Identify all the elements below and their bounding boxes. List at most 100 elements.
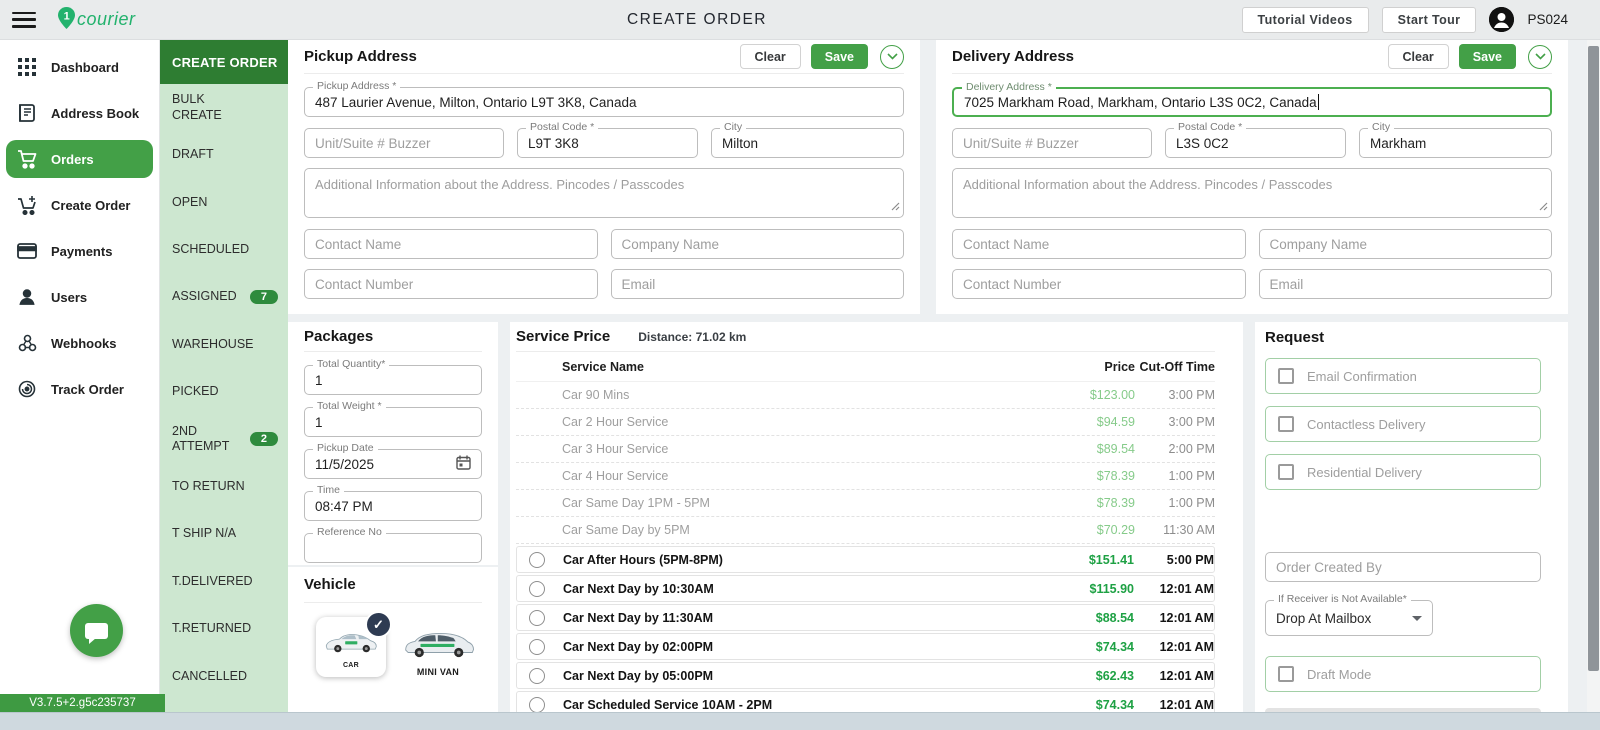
pickup-city-input[interactable] bbox=[722, 136, 893, 151]
pickup-postal-input[interactable] bbox=[528, 136, 687, 151]
total-weight-input[interactable] bbox=[315, 415, 471, 430]
delivery-city-field[interactable]: City bbox=[1359, 128, 1552, 158]
radio-icon[interactable] bbox=[529, 697, 545, 713]
radio-icon[interactable] bbox=[529, 552, 545, 568]
tutorial-videos-button[interactable]: Tutorial Videos bbox=[1242, 7, 1369, 33]
pickup-company-name-input[interactable] bbox=[622, 237, 894, 252]
start-tour-button[interactable]: Start Tour bbox=[1382, 7, 1477, 33]
pickup-date-input[interactable] bbox=[315, 457, 456, 472]
scrollbar-thumb[interactable] bbox=[1588, 46, 1599, 671]
chat-bubble-button[interactable] bbox=[70, 604, 123, 657]
delivery-city-input[interactable] bbox=[1370, 136, 1541, 151]
pickup-unit-input[interactable] bbox=[315, 136, 493, 151]
vehicle-option-mini-van[interactable]: MINI VAN bbox=[400, 617, 476, 685]
service-row[interactable]: Car Next Day by 05:00PM$62.4312:01 AM bbox=[516, 662, 1215, 689]
total-quantity-input[interactable] bbox=[315, 373, 471, 388]
hamburger-menu-icon[interactable] bbox=[12, 12, 36, 28]
user-avatar[interactable] bbox=[1489, 7, 1514, 32]
total-quantity-field[interactable]: Total Quantity* bbox=[304, 365, 482, 395]
subsidebar-header[interactable]: CREATE ORDER bbox=[160, 40, 288, 84]
pickup-contact-number-field[interactable] bbox=[304, 269, 598, 299]
service-row[interactable]: Car After Hours (5PM-8PM)$151.415:00 PM bbox=[516, 546, 1215, 573]
vehicle-option-car[interactable]: ✓ CAR bbox=[316, 617, 386, 677]
sidebar-item-users[interactable]: Users bbox=[6, 278, 153, 316]
pickup-collapse-chevron-icon[interactable] bbox=[880, 45, 904, 69]
delivery-collapse-chevron-icon[interactable] bbox=[1528, 45, 1552, 69]
delivery-contact-number-field[interactable] bbox=[952, 269, 1246, 299]
time-field[interactable]: Time bbox=[304, 491, 482, 521]
checkbox-icon[interactable] bbox=[1278, 464, 1294, 480]
sidebar-item-orders[interactable]: Orders bbox=[6, 140, 153, 178]
delivery-postal-field[interactable]: Postal Code * bbox=[1165, 128, 1346, 158]
substatus-assigned[interactable]: ASSIGNED7 bbox=[160, 274, 288, 321]
receiver-not-available-dropdown[interactable]: If Receiver is Not Available* Drop At Ma… bbox=[1265, 600, 1433, 636]
pickup-unit-field[interactable] bbox=[304, 128, 504, 158]
delivery-postal-input[interactable] bbox=[1176, 136, 1335, 151]
resize-handle-icon[interactable] bbox=[1539, 199, 1548, 214]
service-row[interactable]: Car Next Day by 10:30AM$115.9012:01 AM bbox=[516, 575, 1215, 602]
vertical-scrollbar[interactable] bbox=[1587, 40, 1600, 712]
contactless-delivery-checkbox-row[interactable]: Contactless Delivery bbox=[1265, 406, 1541, 442]
sidebar-item-webhooks[interactable]: Webhooks bbox=[6, 324, 153, 362]
substatus-scheduled[interactable]: SCHEDULED bbox=[160, 226, 288, 273]
radio-icon[interactable] bbox=[529, 639, 545, 655]
pickup-postal-field[interactable]: Postal Code * bbox=[517, 128, 698, 158]
delivery-company-name-input[interactable] bbox=[1270, 237, 1542, 252]
radio-icon[interactable] bbox=[529, 668, 545, 684]
substatus-t-ship-na[interactable]: T SHIP N/A bbox=[160, 511, 288, 558]
pickup-date-field[interactable]: Pickup Date bbox=[304, 449, 482, 479]
sidebar-item-address-book[interactable]: Address Book bbox=[6, 94, 153, 132]
substatus-warehouse[interactable]: WAREHOUSE bbox=[160, 321, 288, 368]
residential-delivery-checkbox-row[interactable]: Residential Delivery bbox=[1265, 454, 1541, 490]
sidebar-item-payments[interactable]: Payments bbox=[6, 232, 153, 270]
delivery-clear-button[interactable]: Clear bbox=[1388, 44, 1449, 69]
order-created-by-input[interactable] bbox=[1276, 560, 1530, 575]
radio-icon[interactable] bbox=[529, 581, 545, 597]
pickup-email-field[interactable] bbox=[611, 269, 905, 299]
pickup-clear-button[interactable]: Clear bbox=[740, 44, 801, 69]
total-weight-field[interactable]: Total Weight * bbox=[304, 407, 482, 437]
sidebar-item-create-order[interactable]: Create Order bbox=[6, 186, 153, 224]
checkbox-icon[interactable] bbox=[1278, 368, 1294, 384]
time-input[interactable] bbox=[315, 499, 471, 514]
delivery-company-name-field[interactable] bbox=[1259, 229, 1553, 259]
delivery-contact-number-input[interactable] bbox=[963, 277, 1235, 292]
delivery-contact-name-field[interactable] bbox=[952, 229, 1246, 259]
pickup-contact-number-input[interactable] bbox=[315, 277, 587, 292]
substatus-t-returned[interactable]: T.RETURNED bbox=[160, 605, 288, 652]
delivery-contact-name-input[interactable] bbox=[963, 237, 1235, 252]
pickup-additional-info-input[interactable] bbox=[305, 169, 903, 217]
delivery-address-field[interactable]: Delivery Address * 7025 Markham Road, Ma… bbox=[952, 87, 1552, 117]
pickup-additional-info-field[interactable] bbox=[304, 168, 904, 218]
calendar-icon[interactable] bbox=[456, 455, 471, 473]
substatus-bulk-create[interactable]: BULK CREATE bbox=[160, 84, 288, 131]
sidebar-item-track-order[interactable]: Track Order bbox=[6, 370, 153, 408]
substatus-picked[interactable]: PICKED bbox=[160, 368, 288, 415]
delivery-save-button[interactable]: Save bbox=[1459, 44, 1516, 69]
checkbox-icon[interactable] bbox=[1278, 666, 1294, 682]
pickup-contact-name-field[interactable] bbox=[304, 229, 598, 259]
delivery-email-field[interactable] bbox=[1259, 269, 1553, 299]
substatus-t-delivered[interactable]: T.DELIVERED bbox=[160, 558, 288, 605]
pickup-address-input[interactable] bbox=[315, 95, 893, 110]
substatus-2nd-attempt[interactable]: 2ND ATTEMPT2 bbox=[160, 416, 288, 463]
resize-handle-icon[interactable] bbox=[891, 199, 900, 214]
order-created-by-field[interactable] bbox=[1265, 552, 1541, 582]
pickup-city-field[interactable]: City bbox=[711, 128, 904, 158]
pickup-address-field[interactable]: Pickup Address * bbox=[304, 87, 904, 117]
substatus-cancelled[interactable]: CANCELLED bbox=[160, 653, 288, 700]
pickup-contact-name-input[interactable] bbox=[315, 237, 587, 252]
delivery-additional-info-input[interactable] bbox=[953, 169, 1551, 217]
delivery-unit-input[interactable] bbox=[963, 136, 1141, 151]
substatus-draft[interactable]: DRAFT bbox=[160, 131, 288, 178]
pickup-email-input[interactable] bbox=[622, 277, 894, 292]
email-confirmation-checkbox-row[interactable]: Email Confirmation bbox=[1265, 358, 1541, 394]
delivery-email-input[interactable] bbox=[1270, 277, 1542, 292]
service-row[interactable]: Car Next Day by 11:30AM$88.5412:01 AM bbox=[516, 604, 1215, 631]
service-row[interactable]: Car Next Day by 02:00PM$74.3412:01 AM bbox=[516, 633, 1215, 660]
substatus-open[interactable]: OPEN bbox=[160, 179, 288, 226]
pickup-save-button[interactable]: Save bbox=[811, 44, 868, 69]
sidebar-item-dashboard[interactable]: Dashboard bbox=[6, 48, 153, 86]
reference-no-input[interactable] bbox=[315, 541, 471, 556]
delivery-unit-field[interactable] bbox=[952, 128, 1152, 158]
